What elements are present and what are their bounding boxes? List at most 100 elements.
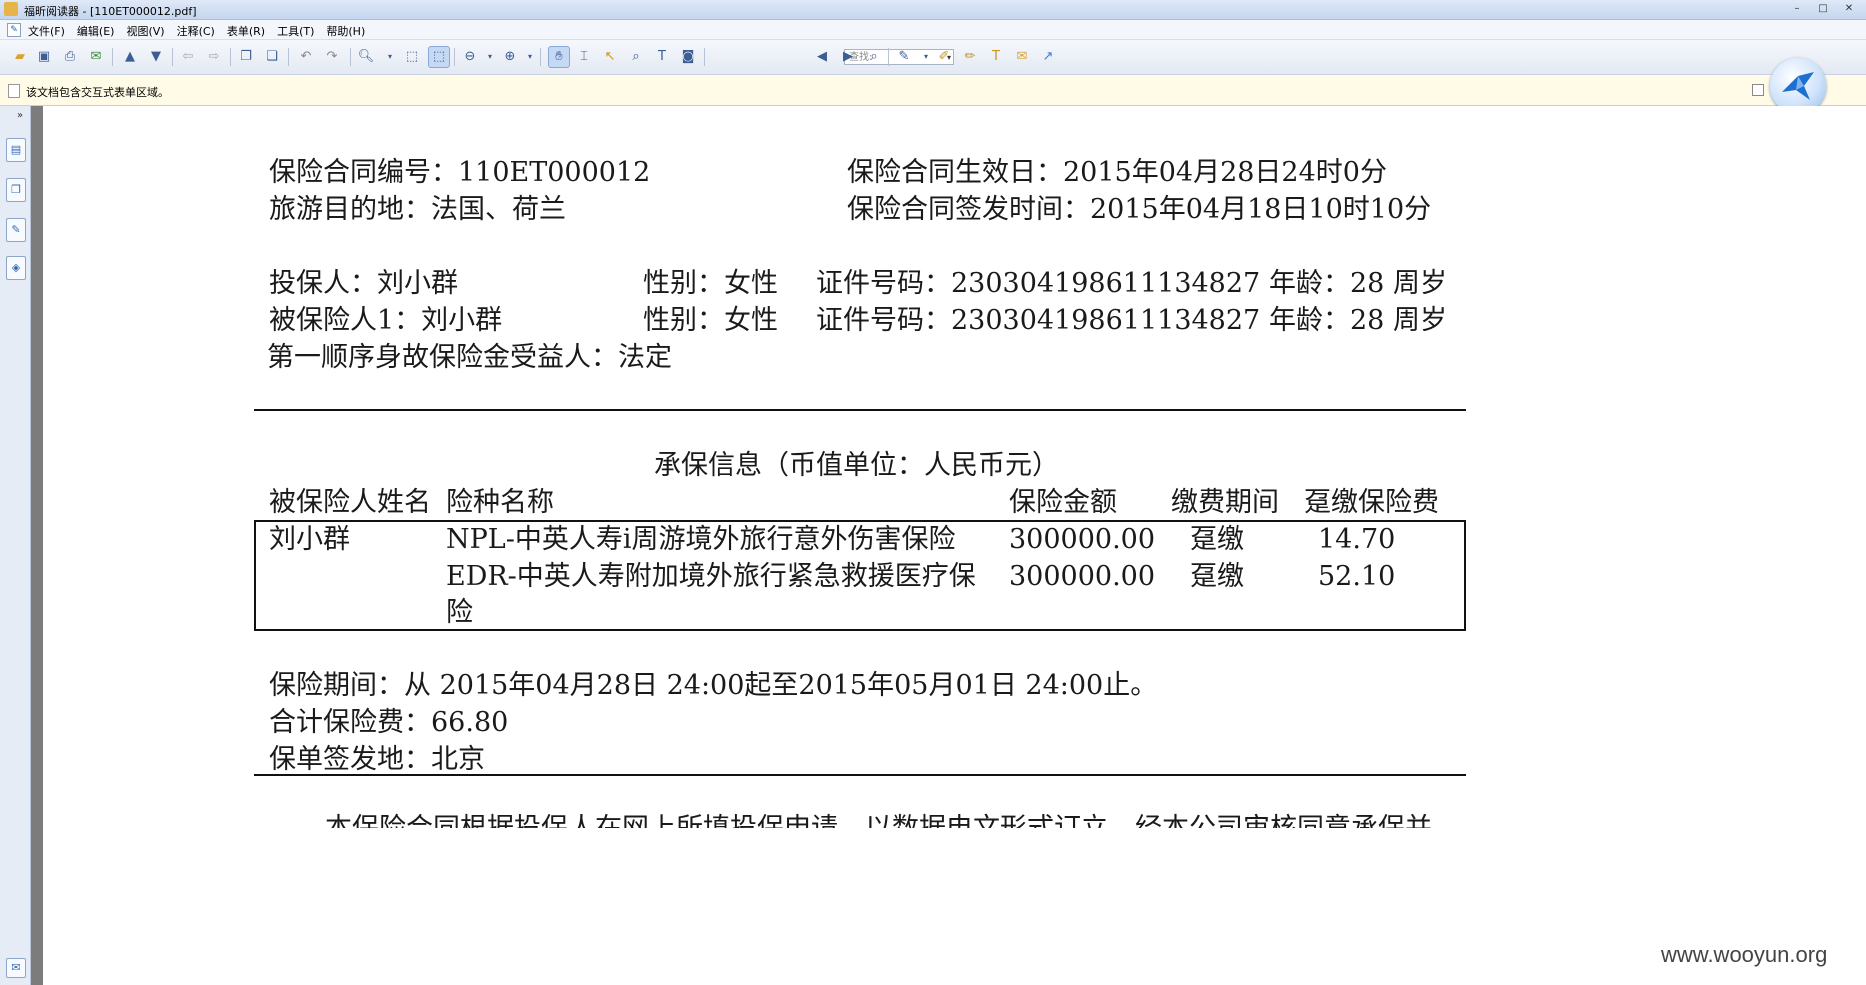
menu-form[interactable]: 表单(R) [227, 23, 265, 39]
navigation-sidebar: » ▤ ❐ ✎ ◈ ✉ [0, 106, 31, 985]
text-select-icon[interactable]: ⌶ [574, 47, 594, 67]
redo-icon[interactable]: ↷ [322, 47, 342, 67]
arrow-tool-icon[interactable]: ↗ [1038, 47, 1058, 67]
close-button[interactable]: ✕ [1838, 2, 1860, 16]
effective-date: 保险合同生效日：2015年04月28日24时0分 [847, 157, 1387, 188]
print-icon[interactable]: ⎙ [60, 47, 80, 67]
insured-name: 被保险人1：刘小群 [269, 305, 503, 336]
form-info-icon [8, 84, 20, 98]
row2-product: EDR-中英人寿附加境外旅行紧急救援医疗保 [446, 561, 976, 592]
issue-time: 保险合同签发时间：2015年04月18日10时10分 [847, 194, 1432, 225]
menu-tools[interactable]: 工具(T) [277, 23, 314, 39]
zoom-in-dropdown-icon[interactable]: ▾ [520, 47, 540, 67]
insurance-period: 保险期间：从 2015年04月28日 24:00起至2015年05月01日 24… [269, 670, 1158, 701]
watermark: www.wooyun.org [1661, 942, 1828, 967]
header-amount: 保险金额 [1009, 487, 1117, 518]
back-icon[interactable]: ⇦ [178, 47, 198, 67]
page-up-icon[interactable]: ▲ [120, 47, 140, 67]
page-down-icon[interactable]: ▼ [146, 47, 166, 67]
header-premium: 趸缴保险费 [1304, 487, 1439, 518]
menu-comment[interactable]: 注释(C) [177, 23, 215, 39]
title-bar: 福昕阅读器 - [110ET000012.pdf] – □ ✕ [0, 0, 1866, 20]
insured-age: 年龄：28 周岁 [1269, 305, 1447, 336]
zoom-in-icon[interactable]: ⊕ [500, 47, 520, 67]
search-icon[interactable]: ⌕ [864, 47, 884, 67]
highlight-fields-checkbox[interactable] [1752, 84, 1764, 96]
annotation-tool-icon[interactable]: ✎ [894, 47, 914, 67]
row1-premium: 14.70 [1318, 524, 1396, 555]
snapshot-icon[interactable]: ◙ [678, 47, 698, 67]
highlight-icon[interactable]: ✐ [934, 47, 954, 67]
textbox-icon[interactable]: T [986, 47, 1006, 67]
annotations-panel-icon[interactable]: ✎ [6, 218, 26, 242]
window-controls: – □ ✕ [1786, 2, 1860, 16]
insured-gender: 性别：女性 [643, 305, 778, 336]
row2-amount: 300000.00 [1009, 561, 1156, 592]
undo-icon[interactable]: ↶ [296, 47, 316, 67]
zoom-icon[interactable]: 🔍︎ [356, 47, 376, 67]
beneficiary: 第一顺序身故保险金受益人：法定 [267, 342, 672, 373]
document-icon: ✎ [7, 23, 21, 37]
copy-page-icon[interactable]: ❐ [236, 47, 256, 67]
binoculars-icon[interactable]: ⌕ [626, 47, 646, 67]
find-next-icon[interactable]: ▶ [838, 47, 858, 67]
zoom-out-icon[interactable]: ⊖ [460, 47, 480, 67]
save-icon[interactable]: ▣ [34, 47, 54, 67]
row2-period: 趸缴 [1190, 561, 1244, 592]
row1-insured: 刘小群 [269, 524, 350, 555]
fit-page-icon[interactable]: ⬚ [402, 47, 422, 67]
minimize-button[interactable]: – [1786, 2, 1808, 16]
header-product: 险种名称 [446, 487, 554, 518]
toolbar: ▰ ▣ ⎙ ✉ ▲ ▼ ⇦ ⇨ ❐ ❏ ↶ ↷ 🔍︎ ▾ ⬚ ⬚ ⊖ ▾ ⊕ ▾… [0, 40, 1866, 75]
email-icon[interactable]: ✉ [86, 47, 106, 67]
applicant-gender: 性别：女性 [643, 268, 778, 299]
paste-page-icon[interactable]: ❏ [262, 47, 282, 67]
destination: 旅游目的地：法国、荷兰 [269, 194, 566, 225]
forward-icon[interactable]: ⇨ [204, 47, 224, 67]
pages-icon[interactable]: ❐ [6, 178, 26, 202]
contract-number: 保险合同编号：110ET000012 [269, 157, 651, 188]
zoom-out-dropdown-icon[interactable]: ▾ [480, 47, 500, 67]
row2-product-continued: 险 [446, 597, 473, 628]
coverage-title: 承保信息（币值单位：人民币元） [654, 450, 1059, 481]
menu-file[interactable]: 文件(F) [28, 23, 65, 39]
menu-bar: ✎ 文件(F) 编辑(E) 视图(V) 注释(C) 表单(R) 工具(T) 帮助… [0, 20, 1866, 40]
menu-view[interactable]: 视图(V) [126, 23, 164, 39]
total-premium: 合计保险费：66.80 [269, 707, 509, 738]
select-arrow-icon[interactable]: ↖ [600, 47, 620, 67]
open-icon[interactable]: ▰ [10, 47, 30, 67]
window-title: 福昕阅读器 - [110ET000012.pdf] [24, 5, 197, 18]
section-divider-2 [254, 774, 1466, 776]
hand-tool-icon[interactable]: ✋︎ [548, 46, 570, 68]
annotation-dropdown-icon[interactable]: ▾ [916, 47, 936, 67]
typewriter-icon[interactable]: T [652, 47, 672, 67]
applicant-name: 投保人：刘小群 [269, 268, 458, 299]
header-insured-name: 被保险人姓名 [269, 487, 431, 518]
issue-place: 保单签发地：北京 [269, 744, 485, 775]
body-text-line: 本保险合同根据投保人在网上所填投保申请，以数据电文形式订立，经本公司审核同意承保… [325, 813, 1432, 844]
note-icon[interactable]: ✉ [1012, 47, 1032, 67]
sidebar-toggle-icon[interactable]: » [17, 110, 23, 121]
fit-width-icon[interactable]: ⬚ [428, 46, 450, 68]
pencil-icon[interactable]: ✏ [960, 47, 980, 67]
applicant-id: 证件号码：230304198611134827 [816, 268, 1261, 299]
insured-id: 证件号码：230304198611134827 [816, 305, 1261, 336]
row1-amount: 300000.00 [1009, 524, 1156, 555]
find-prev-icon[interactable]: ◀ [812, 47, 832, 67]
layers-icon[interactable]: ◈ [6, 256, 26, 280]
menu-edit[interactable]: 编辑(E) [77, 23, 115, 39]
zoom-dropdown-icon[interactable]: ▾ [380, 47, 400, 67]
row2-premium: 52.10 [1318, 561, 1396, 592]
scroll-gutter [31, 106, 43, 985]
menu-help[interactable]: 帮助(H) [326, 23, 365, 39]
bird-icon [1782, 72, 1814, 100]
app-icon [4, 2, 18, 16]
section-divider [254, 409, 1466, 411]
comments-panel-icon[interactable]: ✉ [6, 958, 26, 978]
form-info-bar: 该文档包含交互式表单区域。 [0, 75, 1866, 106]
maximize-button[interactable]: □ [1812, 2, 1834, 16]
bookmarks-icon[interactable]: ▤ [6, 138, 26, 162]
applicant-age: 年龄：28 周岁 [1269, 268, 1447, 299]
header-period: 缴费期间 [1171, 487, 1279, 518]
row1-product: NPL-中英人寿i周游境外旅行意外伤害保险 [446, 524, 956, 555]
